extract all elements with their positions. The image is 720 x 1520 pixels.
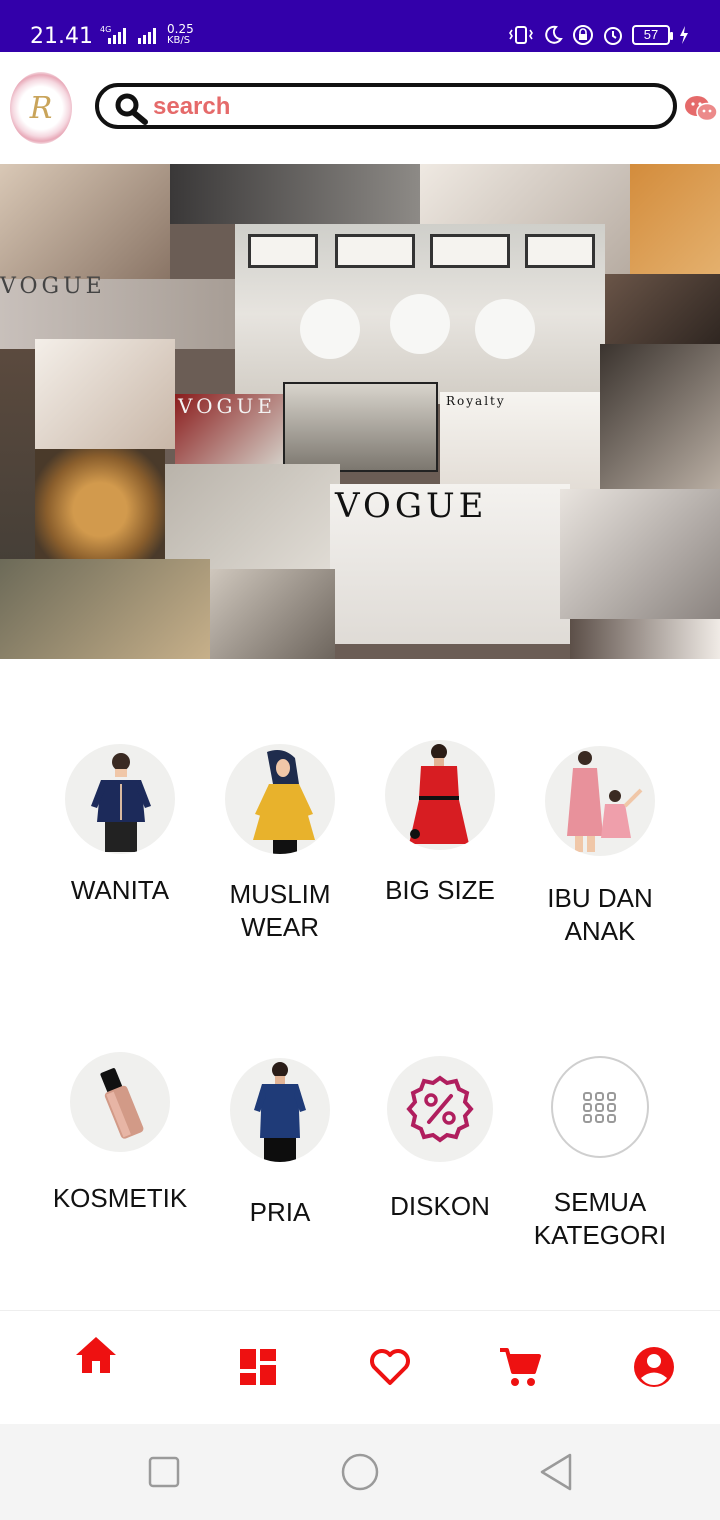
mother-child-icon xyxy=(545,746,655,856)
banner-tile xyxy=(210,569,335,659)
banner-tile xyxy=(0,164,170,279)
brand-logo[interactable]: R xyxy=(10,72,72,144)
banner-frame xyxy=(248,234,318,268)
banner-tile xyxy=(630,164,720,274)
account-icon xyxy=(634,1347,674,1387)
moon-icon xyxy=(545,25,563,44)
blouse-model-icon xyxy=(65,744,175,854)
app-header: R search xyxy=(0,52,720,164)
nav-account[interactable] xyxy=(628,1341,680,1393)
grid-dots-icon xyxy=(551,1056,649,1158)
home-button[interactable] xyxy=(340,1452,380,1492)
chat-icon[interactable] xyxy=(684,94,718,124)
percent-badge-icon xyxy=(387,1056,493,1162)
banner-tile xyxy=(35,449,165,559)
banner-text: VOGUE xyxy=(335,486,488,526)
search-input[interactable]: search xyxy=(153,93,230,121)
banner-tile xyxy=(0,559,210,659)
banner-tile xyxy=(600,344,720,489)
status-icons: 57 xyxy=(508,24,690,46)
status-bar: 21.41 4G 0.25 KB/S 57 xyxy=(0,0,720,52)
banner-frame xyxy=(525,234,595,268)
nav-dashboard[interactable] xyxy=(232,1341,284,1393)
category-muslim-wear[interactable]: MUSLIM WEAR xyxy=(200,744,360,944)
banner-tile xyxy=(283,382,438,472)
banner-tile xyxy=(170,164,420,224)
category-label: KOSMETIK xyxy=(52,1183,188,1213)
category-label: WANITA xyxy=(70,875,170,905)
category-label: IBU DAN ANAK xyxy=(547,883,653,946)
category-kosmetik[interactable]: KOSMETIK xyxy=(40,1052,200,1215)
banner-tile xyxy=(570,619,720,659)
category-ibu-dan-anak[interactable]: IBU DAN ANAK xyxy=(520,746,680,948)
promo-banner[interactable]: VOGUE VOGUE Royalty VOGUE xyxy=(0,164,720,659)
category-big-size[interactable]: BIG SIZE xyxy=(360,740,520,907)
hijab-model-icon xyxy=(225,744,335,854)
banner-tile xyxy=(605,274,720,344)
category-semua-kategori[interactable]: SEMUA KATEGORI xyxy=(520,1056,680,1252)
banner-frame xyxy=(335,234,415,268)
status-time: 21.41 xyxy=(30,24,93,49)
home-icon xyxy=(76,1337,116,1373)
network-speed: 0.25 KB/S xyxy=(167,23,194,47)
dress-model-icon xyxy=(385,740,495,850)
banner-tile xyxy=(35,339,175,449)
category-label: BIG SIZE xyxy=(385,875,495,905)
bottom-navigation xyxy=(0,1310,720,1424)
banner-tile xyxy=(300,299,360,359)
category-diskon[interactable]: DISKON xyxy=(360,1056,520,1223)
category-label: PRIA xyxy=(249,1197,311,1227)
banner-tile xyxy=(475,299,535,359)
category-label: DISKON xyxy=(390,1191,490,1221)
banner-text: Royalty xyxy=(446,394,506,408)
search-bar[interactable]: search xyxy=(95,83,677,129)
alarm-icon xyxy=(604,27,622,45)
dashboard-icon xyxy=(240,1349,276,1385)
category-wanita[interactable]: WANITA xyxy=(40,744,200,907)
logo-letter: R xyxy=(29,90,53,126)
banner-tile xyxy=(390,294,450,354)
cosmetic-bottle-icon xyxy=(70,1052,170,1152)
search-icon xyxy=(115,93,148,125)
banner-tile xyxy=(560,489,720,619)
banner-frame xyxy=(430,234,510,268)
vibrate-icon xyxy=(509,26,533,44)
banner-text: VOGUE xyxy=(0,274,106,299)
speed-value: 0.25 xyxy=(167,22,194,36)
recent-apps-button[interactable] xyxy=(148,1456,180,1488)
banner-tile xyxy=(165,464,340,569)
heart-icon xyxy=(370,1349,410,1385)
category-pria[interactable]: PRIA xyxy=(200,1058,360,1229)
category-label: MUSLIM WEAR xyxy=(229,879,331,942)
banner-text: VOGUE xyxy=(178,394,276,418)
signal-icon: 4G xyxy=(100,25,126,44)
nav-home[interactable] xyxy=(70,1329,122,1381)
svg-text:4G: 4G xyxy=(100,25,111,34)
nav-wishlist[interactable] xyxy=(364,1341,416,1393)
battery-indicator: 57 xyxy=(632,25,673,45)
system-navigation-bar xyxy=(0,1424,720,1520)
lock-rotation-icon xyxy=(573,25,593,45)
nav-cart[interactable] xyxy=(494,1341,546,1393)
signal-icon-2 xyxy=(138,28,156,44)
back-button[interactable] xyxy=(538,1452,574,1492)
network-indicator: 4G xyxy=(100,25,160,45)
cart-icon xyxy=(500,1348,541,1386)
category-label: SEMUA KATEGORI xyxy=(533,1187,667,1250)
man-shirt-icon xyxy=(230,1058,330,1162)
charging-icon xyxy=(680,26,688,44)
speed-unit: KB/S xyxy=(167,35,191,46)
